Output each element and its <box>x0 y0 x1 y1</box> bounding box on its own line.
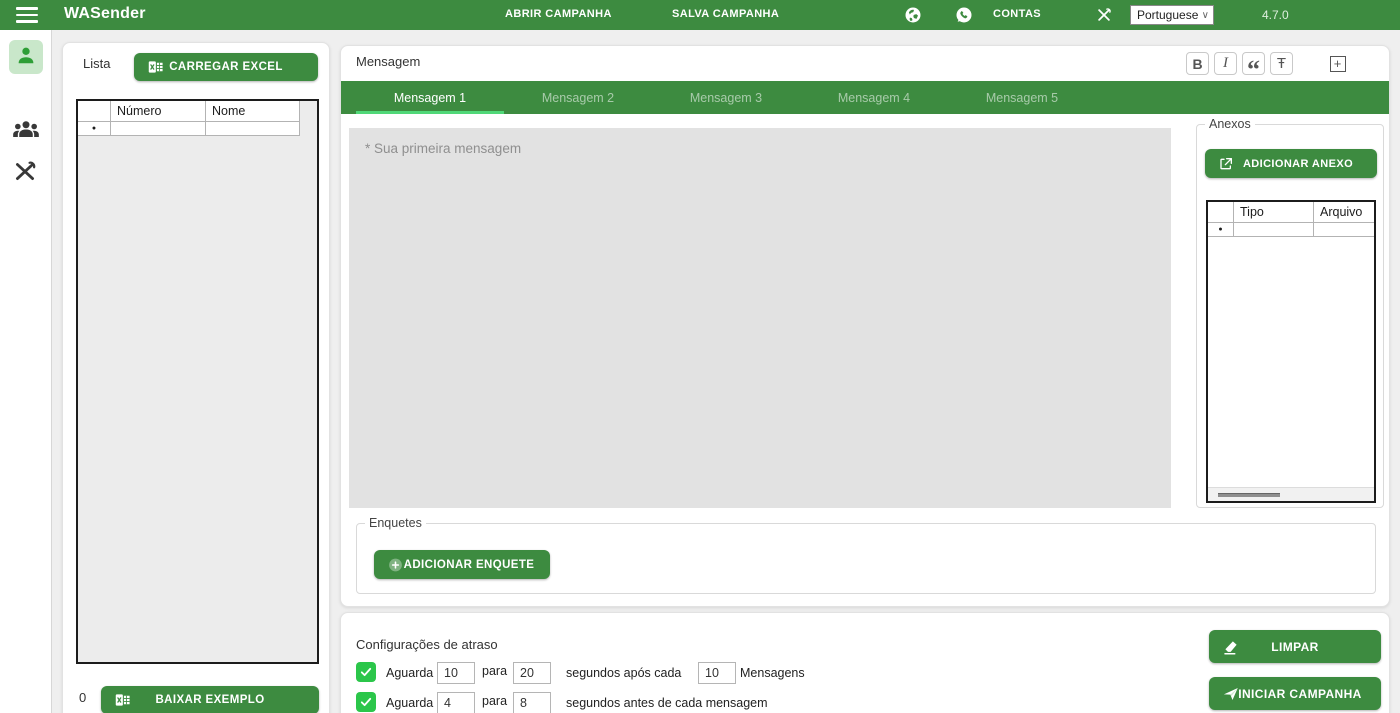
download-example-label: BAIXAR EXEMPLO <box>155 694 265 706</box>
add-attachment-label: ADICIONAR ANEXO <box>1242 157 1354 170</box>
italic-button[interactable]: I <box>1214 52 1237 75</box>
person-icon <box>15 44 37 71</box>
open-in-new-icon <box>1218 156 1234 172</box>
list-title: Lista <box>83 56 111 71</box>
nome-cell[interactable] <box>206 122 300 136</box>
delay-min-input-2[interactable] <box>437 692 475 713</box>
tools-icon[interactable] <box>1095 6 1113 24</box>
quote-button[interactable]: “ <box>1242 52 1265 82</box>
delay-title: Configurações de atraso <box>356 637 498 652</box>
tab-mensagem-2[interactable]: Mensagem 2 <box>504 81 652 114</box>
wait-label: Aguarda <box>386 696 434 710</box>
add-poll-button[interactable]: ADICIONAR ENQUETE <box>374 550 550 579</box>
tab-mensagem-5[interactable]: Mensagem 5 <box>948 81 1096 114</box>
tab-mensagem-4[interactable]: Mensagem 4 <box>800 81 948 114</box>
column-tipo: Tipo <box>1234 202 1314 223</box>
excel-icon <box>147 59 164 76</box>
message-panel: Mensagem B I “ Ŧ + Mensagem 1 Mensagem 2… <box>340 45 1390 607</box>
column-nome: Nome <box>206 101 300 122</box>
tab-mensagem-1[interactable]: Mensagem 1 <box>356 81 504 114</box>
delay-panel: Configurações de atraso Aguarda para seg… <box>340 612 1390 713</box>
whatsapp-icon[interactable] <box>955 6 973 24</box>
message-tabbar: Mensagem 1 Mensagem 2 Mensagem 3 Mensage… <box>341 81 1389 114</box>
open-campaign-button[interactable]: ABRIR CAMPANHA <box>505 8 612 20</box>
globe-icon[interactable] <box>904 6 922 24</box>
add-attachment-button[interactable]: ADICIONAR ANEXO <box>1205 149 1377 178</box>
delay-max-input-1[interactable] <box>513 662 551 684</box>
polls-title: Enquetes <box>365 516 426 530</box>
message-title: Mensagem <box>356 54 421 69</box>
menu-icon[interactable] <box>16 7 38 23</box>
plus-circle-icon <box>387 556 404 573</box>
sidebar-item-tools[interactable] <box>12 158 40 186</box>
group-icon <box>12 121 40 148</box>
app-title: WASender <box>64 5 146 22</box>
version-label: 4.7.0 <box>1262 8 1289 22</box>
messages-count-input[interactable] <box>698 662 736 684</box>
table-row: ● <box>78 122 317 136</box>
wasender-window: WASender ABRIR CAMPANHA SALVA CAMPANHA C… <box>0 0 1400 713</box>
accounts-button[interactable]: CONTAS <box>993 8 1041 20</box>
topbar: WASender ABRIR CAMPANHA SALVA CAMPANHA C… <box>0 0 1400 30</box>
horizontal-scrollbar[interactable] <box>1208 487 1374 501</box>
excel-icon <box>114 692 131 709</box>
clear-label: LIMPAR <box>1271 639 1319 654</box>
add-poll-label: ADICIONAR ENQUETE <box>403 558 535 571</box>
load-excel-label: CARREGAR EXCEL <box>169 61 283 73</box>
attachments-table: Tipo Arquivo ● <box>1206 200 1376 503</box>
attachments-table-header: Tipo Arquivo <box>1208 202 1374 223</box>
numero-cell[interactable] <box>111 122 206 136</box>
before-each-label: segundos antes de cada mensagem <box>566 696 768 710</box>
message-input[interactable] <box>349 128 1171 508</box>
messages-label: Mensagens <box>740 666 805 680</box>
table-row: ● <box>1208 223 1374 237</box>
icon-sidebar <box>0 30 52 713</box>
delay-min-input-1[interactable] <box>437 662 475 684</box>
after-each-label: segundos após cada <box>566 666 682 680</box>
delay-checkbox-1[interactable] <box>356 662 376 682</box>
column-arquivo: Arquivo <box>1314 202 1374 223</box>
row-count: 0 <box>79 690 87 705</box>
polls-groupbox: Enquetes ADICIONAR ENQUETE <box>356 516 1376 594</box>
bold-button[interactable]: B <box>1186 52 1209 75</box>
start-campaign-button[interactable]: INICIAR CAMPANHA <box>1209 677 1381 710</box>
sidebar-item-groups[interactable] <box>12 116 40 144</box>
to-label: para <box>482 694 508 708</box>
language-value: Portuguese <box>1137 8 1199 22</box>
wait-label: Aguarda <box>386 666 434 680</box>
strikethrough-button[interactable]: Ŧ <box>1270 52 1293 75</box>
scrollbar-thumb[interactable] <box>1218 493 1280 497</box>
delay-max-input-2[interactable] <box>513 692 551 713</box>
add-message-tab-button[interactable]: + <box>1326 52 1349 75</box>
sidebar-item-contacts[interactable] <box>9 40 43 74</box>
new-row-marker: ● <box>1218 226 1223 233</box>
check-icon <box>360 667 372 677</box>
arquivo-cell[interactable] <box>1314 223 1374 237</box>
download-example-button[interactable]: BAIXAR EXEMPLO <box>101 686 319 713</box>
list-panel: Lista CARREGAR EXCEL Número Nome ● 0 BAI… <box>62 42 330 713</box>
start-campaign-label: INICIAR CAMPANHA <box>1238 686 1362 701</box>
plus-box-icon: + <box>1329 55 1346 72</box>
send-icon <box>1222 685 1240 703</box>
chevron-down-icon: ∨ <box>1201 9 1209 21</box>
save-campaign-button[interactable]: SALVA CAMPANHA <box>672 8 779 20</box>
attachments-title: Anexos <box>1205 117 1255 131</box>
check-icon <box>360 697 372 707</box>
delay-checkbox-2[interactable] <box>356 692 376 712</box>
tab-mensagem-3[interactable]: Mensagem 3 <box>652 81 800 114</box>
tipo-cell[interactable] <box>1234 223 1314 237</box>
attachments-groupbox: Anexos ADICIONAR ANEXO Tipo Arquivo ● <box>1196 117 1384 508</box>
column-numero: Número <box>111 101 206 122</box>
contacts-table-header: Número Nome <box>78 101 317 122</box>
new-row-marker: ● <box>91 125 97 132</box>
wrench-screwdriver-icon <box>12 161 38 188</box>
load-excel-button[interactable]: CARREGAR EXCEL <box>134 53 318 81</box>
contacts-table: Número Nome ● <box>76 99 319 664</box>
language-select[interactable]: Portuguese ∨ <box>1130 5 1214 25</box>
to-label: para <box>482 664 508 678</box>
clear-button[interactable]: LIMPAR <box>1209 630 1381 663</box>
eraser-icon <box>1222 638 1240 656</box>
